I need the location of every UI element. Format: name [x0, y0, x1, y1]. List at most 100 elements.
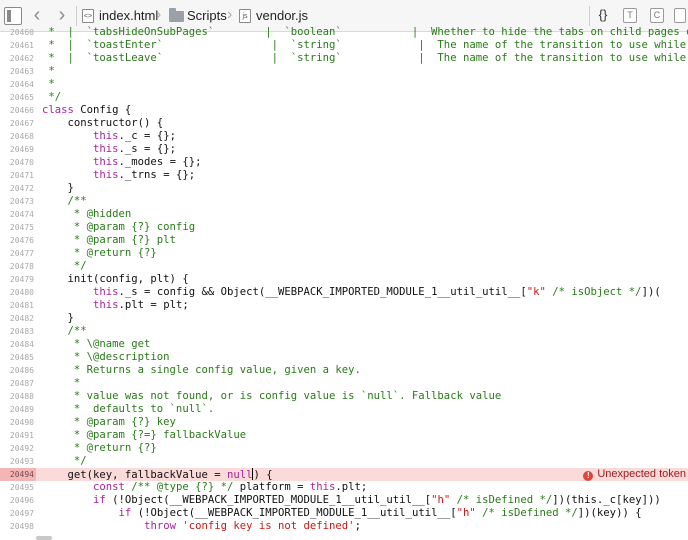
code-line[interactable]: 20492 * @return {?} — [0, 442, 688, 455]
line-number[interactable]: 20490 — [0, 416, 36, 429]
line-number[interactable]: 20485 — [0, 351, 36, 364]
code-text: * value was not found, or is config valu… — [42, 390, 502, 402]
line-number[interactable]: 20494 — [0, 468, 36, 481]
line-number[interactable]: 20470 — [0, 156, 36, 169]
code-line[interactable]: 20475 * @param {?} config — [0, 221, 688, 234]
line-number[interactable]: 20476 — [0, 234, 36, 247]
line-number[interactable]: 20473 — [0, 195, 36, 208]
code-line[interactable]: 20461 * | `toastEnter` | `string` | The … — [0, 39, 688, 52]
error-message: Unexpected token — [597, 468, 686, 480]
code-line[interactable]: 20484 * \@name get — [0, 338, 688, 351]
forward-button[interactable]: › — [54, 4, 70, 26]
line-number[interactable]: 20488 — [0, 390, 36, 403]
code-text: init(config, plt) { — [42, 273, 189, 285]
breadcrumb-scripts[interactable]: Scripts — [187, 8, 227, 23]
code-text: get(key, fallbackValue = null) { — [42, 468, 273, 481]
code-line[interactable]: 20463 * — [0, 65, 688, 78]
code-line[interactable]: 20496 if (!Object(__WEBPACK_IMPORTED_MOD… — [0, 494, 688, 507]
line-number[interactable]: 20475 — [0, 221, 36, 234]
code-line[interactable]: 20460 * | `tabsHideOnSubPages` | `boolea… — [0, 26, 688, 39]
line-number[interactable]: 20480 — [0, 286, 36, 299]
breadcrumb-separator-icon: › — [156, 6, 162, 23]
code-line[interactable]: 20498 throw 'config key is not defined'; — [0, 520, 688, 533]
code-editor[interactable]: 20460 * | `tabsHideOnSubPages` | `boolea… — [0, 26, 688, 540]
line-number[interactable]: 20477 — [0, 247, 36, 260]
code-line[interactable]: 20493 */ — [0, 455, 688, 468]
line-number[interactable]: 20472 — [0, 182, 36, 195]
line-number[interactable]: 20492 — [0, 442, 36, 455]
code-line[interactable]: 20485 * \@description — [0, 351, 688, 364]
code-line[interactable]: 20473 /** — [0, 195, 688, 208]
line-number[interactable]: 20496 — [0, 494, 36, 507]
line-number[interactable]: 20460 — [0, 26, 36, 39]
code-line[interactable]: 20462 * | `toastLeave` | `string` | The … — [0, 52, 688, 65]
code-line[interactable]: 20472 } — [0, 182, 688, 195]
code-line[interactable]: 20495 const /** @type {?} */ platform = … — [0, 481, 688, 494]
line-number[interactable]: 20467 — [0, 117, 36, 130]
code-line[interactable]: 20464 * — [0, 78, 688, 91]
line-number[interactable]: 20463 — [0, 65, 36, 78]
line-number[interactable]: 20495 — [0, 481, 36, 494]
line-number[interactable]: 20487 — [0, 377, 36, 390]
line-number[interactable]: 20491 — [0, 429, 36, 442]
code-line[interactable]: 20476 * @param {?} plt — [0, 234, 688, 247]
code-line[interactable]: 20471 this._trns = {}; — [0, 169, 688, 182]
line-number[interactable]: 20483 — [0, 325, 36, 338]
error-badge[interactable]: ! Unexpected token — [577, 468, 686, 481]
code-line[interactable]: 20483 /** — [0, 325, 688, 338]
code-text: this._c = {}; — [93, 130, 176, 142]
code-line[interactable]: 20489 * defaults to `null`. — [0, 403, 688, 416]
line-number[interactable]: 20461 — [0, 39, 36, 52]
line-number[interactable]: 20489 — [0, 403, 36, 416]
code-line[interactable]: 20490 * @param {?} key — [0, 416, 688, 429]
code-line[interactable]: 20478 */ — [0, 260, 688, 273]
type-profiler-button[interactable]: T — [623, 8, 637, 23]
breadcrumb-vendor-js[interactable]: vendor.js — [256, 8, 308, 23]
code-coverage-button[interactable]: C — [650, 8, 664, 23]
code-line[interactable]: 20491 * @param {?=} fallbackValue — [0, 429, 688, 442]
line-number[interactable]: 20481 — [0, 299, 36, 312]
back-button[interactable]: ‹ — [29, 4, 45, 26]
code-line[interactable]: 20480 this._s = config && Object(__WEBPA… — [0, 286, 688, 299]
line-number[interactable]: 20471 — [0, 169, 36, 182]
pretty-print-button[interactable]: {} — [596, 8, 610, 23]
horizontal-scrollbar[interactable] — [36, 536, 52, 540]
line-number[interactable]: 20484 — [0, 338, 36, 351]
code-text: * @param {?} config — [42, 221, 196, 233]
code-line[interactable]: 20465 */ — [0, 91, 688, 104]
line-number[interactable]: 20466 — [0, 104, 36, 117]
line-number[interactable]: 20465 — [0, 91, 36, 104]
code-line-error[interactable]: 20494 get(key, fallbackValue = null) { ! U… — [0, 468, 688, 481]
code-line[interactable]: 20469 this._s = {}; — [0, 143, 688, 156]
code-line[interactable]: 20466 class Config { — [0, 104, 688, 117]
document-icon[interactable] — [674, 8, 686, 23]
breadcrumb-index-html[interactable]: index.html — [99, 8, 158, 23]
code-line[interactable]: 20481 this.plt = plt; — [0, 299, 688, 312]
line-number[interactable]: 20498 — [0, 520, 36, 533]
line-number[interactable]: 20486 — [0, 364, 36, 377]
line-number[interactable]: 20468 — [0, 130, 36, 143]
toggle-sidebar-button[interactable] — [4, 7, 22, 25]
code-line[interactable]: 20470 this._modes = {}; — [0, 156, 688, 169]
code-line[interactable]: 20486 * Returns a single config value, g… — [0, 364, 688, 377]
line-number[interactable]: 20474 — [0, 208, 36, 221]
code-text: * — [42, 65, 55, 77]
code-line[interactable]: 20467 constructor() { — [0, 117, 688, 130]
code-line[interactable]: 20497 if (!Object(__WEBPACK_IMPORTED_MOD… — [0, 507, 688, 520]
code-line[interactable]: 20482 } — [0, 312, 688, 325]
code-line[interactable]: 20474 * @hidden — [0, 208, 688, 221]
line-number[interactable]: 20497 — [0, 507, 36, 520]
line-number[interactable]: 20462 — [0, 52, 36, 65]
line-number[interactable]: 20469 — [0, 143, 36, 156]
code-line[interactable]: 20488 * value was not found, or is confi… — [0, 390, 688, 403]
line-number[interactable]: 20493 — [0, 455, 36, 468]
line-number[interactable]: 20478 — [0, 260, 36, 273]
line-number[interactable]: 20479 — [0, 273, 36, 286]
code-line[interactable]: 20487 * — [0, 377, 688, 390]
line-number[interactable]: 20482 — [0, 312, 36, 325]
code-text: * defaults to `null`. — [42, 403, 215, 415]
code-line[interactable]: 20477 * @return {?} — [0, 247, 688, 260]
line-number[interactable]: 20464 — [0, 78, 36, 91]
code-line[interactable]: 20479 init(config, plt) { — [0, 273, 688, 286]
code-line[interactable]: 20468 this._c = {}; — [0, 130, 688, 143]
